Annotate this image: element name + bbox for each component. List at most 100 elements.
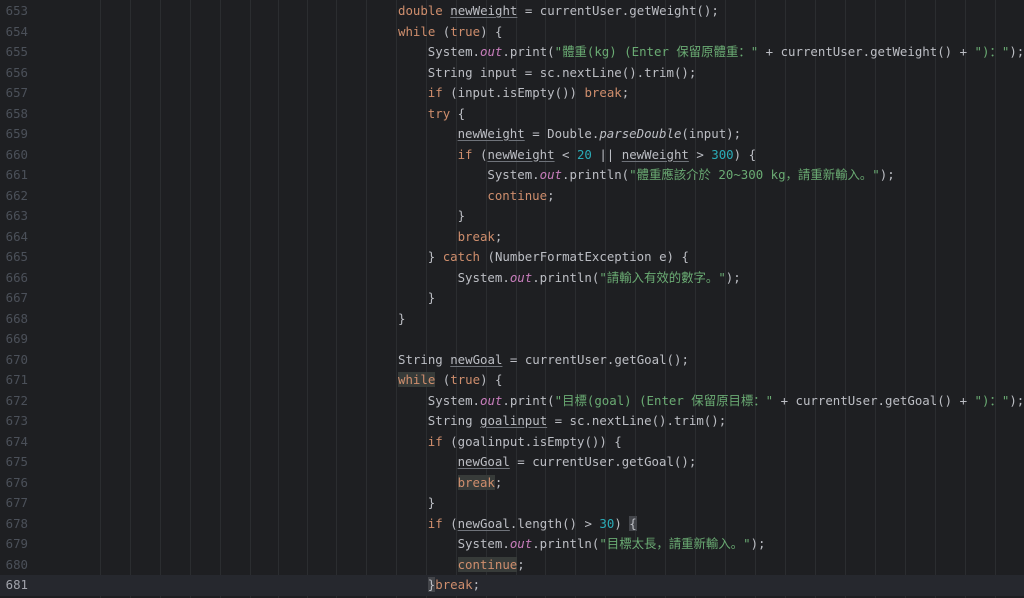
code-line[interactable]: 680 continue;	[0, 555, 1024, 576]
code-text: )	[614, 515, 630, 531]
code-line[interactable]: 664 break;	[0, 227, 1024, 248]
code-line[interactable]: 656 String input = sc.nextLine().trim();	[0, 63, 1024, 84]
line-number: 676	[5, 474, 28, 490]
string-literal: "目標太長，請重新輸入。"	[599, 536, 751, 551]
line-number: 677	[5, 495, 28, 510]
code-text: .print(	[502, 392, 555, 408]
code-line[interactable]: 662 continue;	[0, 186, 1024, 207]
code-text: System.	[457, 536, 510, 551]
code-line[interactable]: 654 while (true) {	[0, 22, 1024, 43]
line-number: 665	[5, 249, 28, 264]
code-line[interactable]: 663}	[0, 206, 1024, 227]
code-text: .length() >	[509, 515, 600, 531]
line-code: while (true) {	[398, 370, 502, 391]
code-text: >	[688, 146, 712, 162]
code-editor[interactable]: 653 double newWeight = currentUser.getWei…	[0, 0, 1024, 598]
keyword: break	[457, 228, 495, 244]
code-line[interactable]: 655 System.out.print("體重(kg) (Enter 保留原體重…	[0, 42, 1024, 63]
line-number: 655	[5, 44, 28, 59]
code-line[interactable]: 667}	[0, 288, 1024, 309]
line-number: 656	[5, 64, 28, 80]
line-number: 681	[5, 577, 28, 592]
static-field: out	[539, 167, 562, 182]
matched-brace: {	[629, 515, 637, 531]
code-line[interactable]: 673 String goalinput = sc.nextLine().trim…	[0, 411, 1024, 432]
line-number: 663	[5, 208, 28, 223]
line-number: 671	[5, 372, 28, 387]
code-text: );	[750, 536, 766, 551]
static-method: parseDouble	[599, 126, 682, 141]
line-code: if (newWeight < 20 || newWeight > 300) {	[458, 145, 756, 166]
line-code: try {	[428, 104, 465, 125]
code-text: (	[435, 23, 451, 39]
static-field: out	[480, 44, 503, 59]
code-text: ;	[621, 85, 630, 100]
code-line[interactable]: 661 System.out.println("體重應該介於 20~300 kg，…	[0, 165, 1024, 186]
keyword: if	[457, 146, 473, 162]
code-line[interactable]: 659 newWeight = Double.parseDouble(input)…	[0, 124, 1024, 145]
variable: newWeight	[450, 3, 518, 18]
code-text: (goalinput.isEmpty()) {	[442, 433, 622, 449]
line-code: double newWeight = currentUser.getWeight…	[398, 1, 719, 22]
code-text: String input = sc.nextLine().trim();	[427, 64, 697, 80]
code-line[interactable]: 653 double newWeight = currentUser.getWei…	[0, 1, 1024, 22]
highlighted-keyword: while	[398, 372, 436, 387]
code-text: System.	[457, 269, 510, 285]
code-text: ;	[517, 556, 525, 572]
code-line[interactable]: 670 String newGoal = currentUser.getGoal(…	[0, 350, 1024, 371]
code-line[interactable]: 677}	[0, 493, 1024, 514]
code-line[interactable]: 672 System.out.print("目標(goal) (Enter 保留原…	[0, 391, 1024, 412]
code-text: );	[1009, 44, 1024, 59]
code-line[interactable]: 666 System.out.println("請輸入有效的數字。");	[0, 268, 1024, 289]
code-line[interactable]: 679 System.out.println("目標太長，請重新輸入。");	[0, 534, 1024, 555]
line-number: 658	[5, 105, 28, 121]
variable: newWeight	[621, 146, 689, 162]
code-text: }	[398, 310, 406, 326]
code-text: <	[554, 146, 577, 162]
code-text: }	[457, 208, 466, 223]
line-code: String input = sc.nextLine().trim();	[428, 63, 697, 84]
code-text: ) {	[480, 23, 503, 39]
line-number: 661	[5, 167, 28, 182]
code-line[interactable]: 671 while (true) {	[0, 370, 1024, 391]
code-text: .println(	[532, 269, 600, 285]
highlighted-keyword: continue	[457, 556, 518, 572]
line-code: if (input.isEmpty()) break;	[428, 83, 629, 104]
line-code: }break;	[427, 575, 480, 596]
keyword: continue	[487, 187, 548, 203]
variable: newWeight	[457, 126, 525, 141]
code-line[interactable]: 669	[0, 329, 1024, 350]
code-text: .println(	[562, 167, 630, 182]
code-line[interactable]: 660 if (newWeight < 20 || newWeight > 300…	[0, 145, 1024, 166]
number-literal: 30	[599, 515, 615, 531]
code-line[interactable]: 668}	[0, 309, 1024, 330]
line-number: 670	[5, 351, 28, 367]
string-literal: "目標(goal) (Enter 保留原目標："	[554, 392, 774, 408]
code-text: );	[725, 269, 741, 285]
line-code: }	[398, 309, 405, 330]
line-code: break;	[458, 227, 503, 248]
code-line[interactable]: 681 }break;	[0, 575, 1024, 596]
code-line[interactable]: 678 if (newGoal.length() > 30) {	[0, 514, 1024, 535]
line-number: 659	[5, 126, 28, 141]
variable: goalinput	[480, 413, 548, 428]
variable: newGoal	[457, 454, 510, 469]
code-line[interactable]: 674 if (goalinput.isEmpty()) {	[0, 432, 1024, 453]
code-text: (input);	[681, 126, 742, 141]
line-number: 672	[5, 392, 28, 408]
code-line[interactable]: 665} catch (NumberFormatException e) {	[0, 247, 1024, 268]
line-number: 673	[5, 413, 28, 428]
keyword: if	[427, 433, 443, 449]
code-text: (	[435, 372, 451, 387]
code-text: + currentUser.getGoal() +	[773, 392, 975, 408]
code-text: System.	[487, 167, 540, 182]
code-text: = currentUser.getWeight();	[517, 3, 719, 18]
line-code: if (goalinput.isEmpty()) {	[428, 432, 622, 453]
code-line[interactable]: 676 break;	[0, 473, 1024, 494]
keyword: true	[450, 372, 481, 387]
code-text: .print(	[502, 44, 555, 59]
code-line[interactable]: 675 newGoal = currentUser.getGoal();	[0, 452, 1024, 473]
code-line[interactable]: 658 try {	[0, 104, 1024, 125]
code-line[interactable]: 657 if (input.isEmpty()) break;	[0, 83, 1024, 104]
static-field: out	[480, 392, 503, 408]
